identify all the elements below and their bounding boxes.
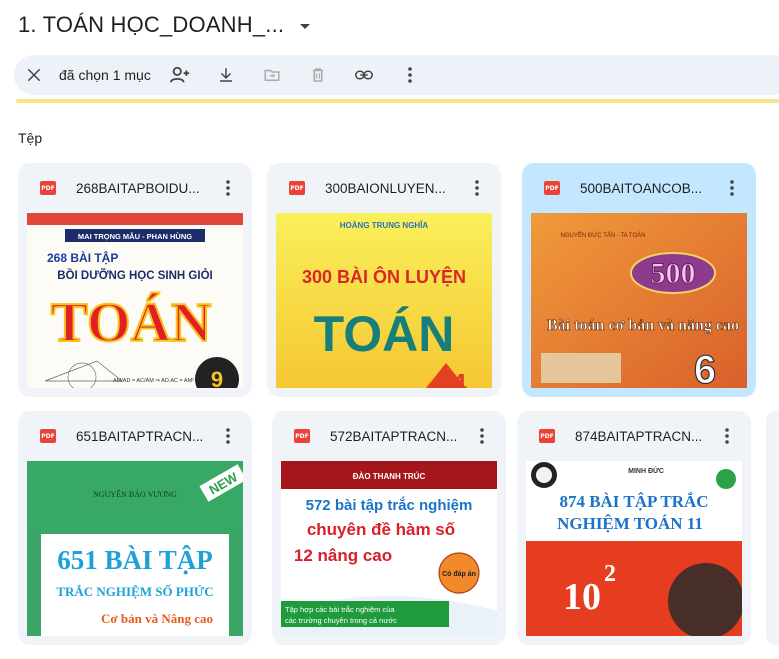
- more-vert-icon: [475, 180, 479, 196]
- file-more-button[interactable]: [214, 422, 242, 450]
- thumb-big: TOÁN: [314, 306, 455, 362]
- copy-link-button[interactable]: [347, 58, 381, 92]
- thumb-line2: chuyên đề hàm số: [307, 520, 455, 539]
- file-thumbnail: HOÀNG TRUNG NGHĨA 300 BÀI ÔN LUYỆN TOÁN …: [276, 213, 492, 388]
- selection-toolbar: đã chọn 1 mục: [14, 55, 779, 95]
- file-card[interactable]: PDF 300BAIONLUYEN... HOÀNG TRUNG NGHĨA 3…: [267, 163, 501, 397]
- thumb-line1: 300 BÀI ÔN LUYỆN: [302, 266, 466, 287]
- selection-count: đã chọn 1 mục: [59, 67, 151, 83]
- file-name: 874BAITAPTRACN...: [575, 428, 703, 444]
- thumb-line2: TRẮC NGHIỆM SỐ PHỨC: [56, 584, 213, 599]
- thumb-line2: BỒI DƯỠNG HỌC SINH GIỎI: [57, 269, 212, 282]
- thumb-author: ĐÀO THANH TRÚC: [353, 472, 426, 481]
- more-actions-button[interactable]: [393, 58, 427, 92]
- accent-divider: [16, 99, 779, 103]
- more-vert-icon: [226, 428, 230, 444]
- pdf-icon: PDF: [294, 429, 310, 443]
- thumb-author: NGUYỄN BẢO VƯƠNG: [93, 488, 177, 499]
- pdf-icon: PDF: [544, 181, 560, 195]
- file-card[interactable]: PDF 572BAITAPTRACN... ĐÀO THANH TRÚC 572…: [272, 411, 506, 645]
- pdf-icon: PDF: [289, 181, 305, 195]
- close-icon: [28, 69, 40, 81]
- delete-button[interactable]: [301, 58, 335, 92]
- share-icon: [169, 66, 189, 83]
- download-icon: [219, 68, 232, 82]
- more-vert-icon: [725, 428, 729, 444]
- section-label: Tệp: [18, 130, 43, 146]
- thumb-formula: AM/AD = AC/AM ⇒ AD.AC = AM²: [113, 378, 194, 384]
- thumb-footer2: các trường chuyên trong cả nước: [285, 616, 397, 625]
- thumb-line1: Bài toán cơ bản và nâng cao: [547, 317, 739, 334]
- thumb-line2: NGHIỆM TOÁN 11: [557, 514, 703, 533]
- thumb-big: 10: [563, 576, 601, 618]
- more-vert-icon: [480, 428, 484, 444]
- file-more-button[interactable]: [468, 422, 496, 450]
- move-icon: [264, 69, 280, 81]
- more-vert-icon: [226, 180, 230, 196]
- file-thumbnail: ĐÀO THANH TRÚC 572 bài tập trắc nghiệm c…: [281, 461, 497, 636]
- thumb-author: MINH ĐỨC: [628, 466, 664, 475]
- file-name: 500BAITOANCOB...: [580, 180, 703, 196]
- thumb-author: MAI TRỌNG MẪU - PHAN HÙNG: [78, 232, 192, 241]
- thumb-line1: 268 BÀI TẬP: [47, 250, 118, 265]
- link-icon: [354, 70, 373, 80]
- chevron-down-icon[interactable]: [300, 23, 311, 29]
- file-thumbnail: NGUYỄN ĐỨC TẤN - TA TOÀN 500 Bài toán cơ…: [531, 213, 747, 388]
- file-card[interactable]: PDF 874BAITAPTRACN... MINH ĐỨC 874 BÀI T…: [517, 411, 751, 645]
- thumb-line3: Cơ bản và Nâng cao: [101, 611, 213, 626]
- file-card[interactable]: PDF 268BAITAPBOIDU... MAI TRỌNG MẪU - PH…: [18, 163, 252, 397]
- thumb-grade: 6: [694, 348, 716, 388]
- thumb-badge: Có đáp án: [442, 571, 476, 578]
- more-vert-icon: [730, 180, 734, 196]
- thumb-author: NGUYỄN ĐỨC TẤN - TA TOÀN: [561, 232, 646, 239]
- pdf-icon: PDF: [40, 429, 56, 443]
- thumb-big: TOÁN: [51, 292, 212, 354]
- file-thumbnail: MAI TRỌNG MẪU - PHAN HÙNG 268 BÀI TẬP BỒ…: [27, 213, 243, 388]
- file-card-selected[interactable]: PDF 500BAITOANCOB... NGUYỄN ĐỨC TẤN - TA…: [522, 163, 756, 397]
- pdf-icon: PDF: [40, 181, 56, 195]
- file-more-button[interactable]: [463, 174, 491, 202]
- file-name: 300BAIONLUYEN...: [325, 180, 446, 196]
- folder-title[interactable]: 1. TOÁN HỌC_DOANH_...: [18, 12, 284, 38]
- thumb-big: 500: [651, 257, 696, 290]
- file-thumbnail: MINH ĐỨC 874 BÀI TẬP TRẮC NGHIỆM TOÁN 11…: [526, 461, 742, 636]
- file-more-button[interactable]: [713, 422, 741, 450]
- thumb-line1: 874 BÀI TẬP TRẮC: [559, 492, 708, 511]
- thumb-grade: 4: [451, 368, 467, 388]
- folder-title-row[interactable]: 1. TOÁN HỌC_DOANH_...: [18, 10, 311, 40]
- thumb-footer1: Tập hợp các bài trắc nghiệm của: [285, 605, 395, 614]
- thumb-author: HOÀNG TRUNG NGHĨA: [340, 221, 429, 230]
- pdf-icon: PDF: [539, 429, 555, 443]
- file-card[interactable]: PDF 651BAITAPTRACN... NGUYỄN BẢO VƯƠNG N…: [18, 411, 252, 645]
- file-name: 268BAITAPBOIDU...: [76, 180, 200, 196]
- delete-icon: [312, 68, 324, 82]
- file-name: 651BAITAPTRACN...: [76, 428, 204, 444]
- thumb-line1: 651 BÀI TẬP: [57, 545, 213, 575]
- download-button[interactable]: [209, 58, 243, 92]
- thumb-line1: 572 bài tập trắc nghiệm: [306, 496, 473, 514]
- thumb-grade: 9: [211, 367, 223, 388]
- file-more-button[interactable]: [214, 174, 242, 202]
- file-name: 572BAITAPTRACN...: [330, 428, 458, 444]
- file-card-partial[interactable]: [766, 411, 779, 645]
- file-thumbnail: NGUYỄN BẢO VƯƠNG NEW 651 BÀI TẬP TRẮC NG…: [27, 461, 243, 636]
- file-more-button[interactable]: [718, 174, 746, 202]
- move-button[interactable]: [255, 58, 289, 92]
- clear-selection-button[interactable]: [17, 58, 51, 92]
- share-button[interactable]: [163, 58, 197, 92]
- thumb-line3: 12 nâng cao: [294, 546, 392, 565]
- more-vert-icon: [408, 67, 412, 83]
- thumb-sup: 2: [604, 561, 616, 587]
